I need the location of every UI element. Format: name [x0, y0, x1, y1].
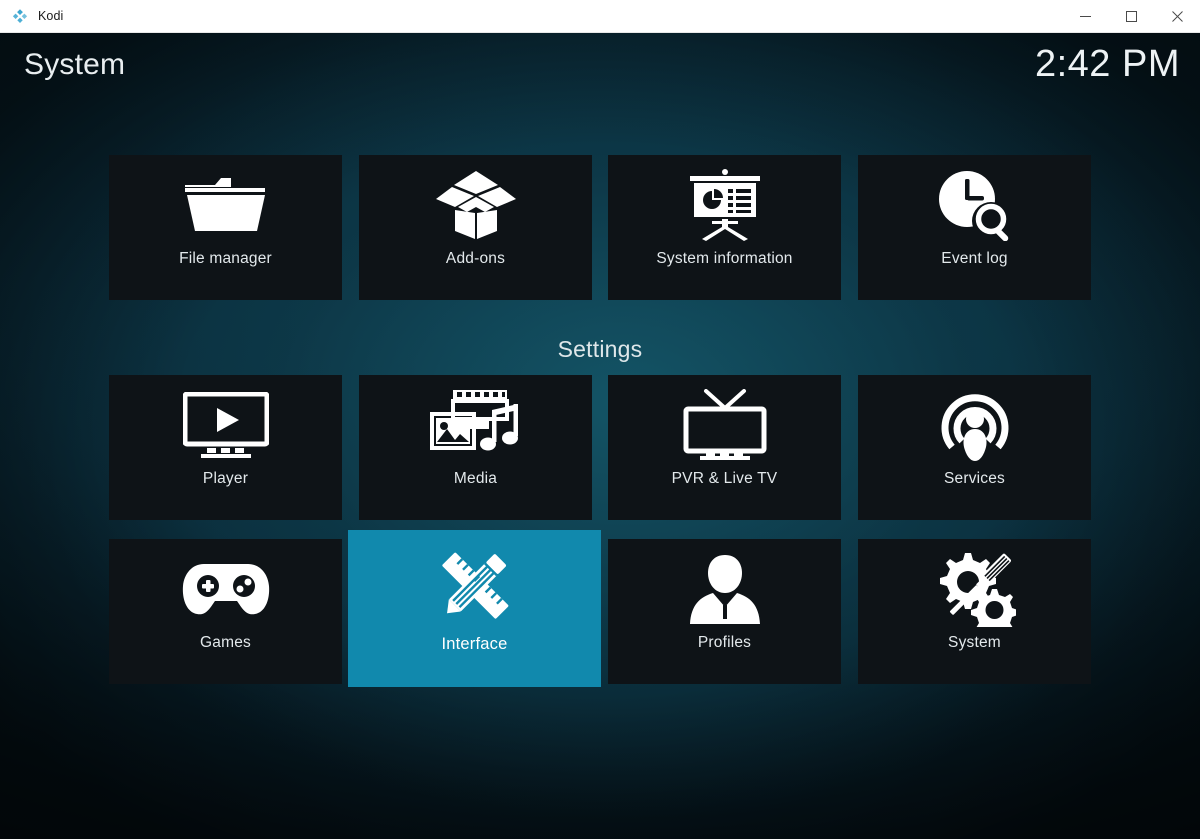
window-title: Kodi: [38, 9, 64, 23]
tile-label: Interface: [441, 635, 508, 653]
close-icon[interactable]: [1154, 0, 1200, 33]
presentation-board-icon: [608, 161, 841, 249]
clock-search-icon: [858, 161, 1091, 249]
tv-antenna-icon: [608, 381, 841, 469]
tile-label: Profiles: [697, 634, 752, 651]
minimize-icon[interactable]: [1062, 0, 1108, 33]
gamepad-icon: [109, 545, 342, 633]
tile-player[interactable]: Player: [109, 375, 342, 520]
tile-profiles[interactable]: Profiles: [608, 539, 841, 684]
maximize-icon[interactable]: [1108, 0, 1154, 33]
kodi-window: System 2:42 PM Settings File manager Add…: [0, 33, 1200, 839]
tile-interface[interactable]: Interface: [348, 530, 601, 687]
monitor-play-icon: [109, 381, 342, 469]
kodi-logo-icon: [12, 8, 28, 24]
tile-label: File manager: [179, 250, 272, 267]
tile-grid: File manager Add-ons System information …: [0, 33, 1200, 839]
tile-label: Games: [200, 634, 251, 651]
tile-label: System: [948, 634, 1001, 651]
tile-file-manager[interactable]: File manager: [109, 155, 342, 300]
tile-label: Event log: [941, 250, 1008, 267]
tile-label: Media: [453, 470, 498, 487]
tile-add-ons[interactable]: Add-ons: [359, 155, 592, 300]
broadcast-person-icon: [858, 381, 1091, 469]
kodi-header: System 2:42 PM: [0, 33, 1200, 105]
gears-screwdriver-icon: [858, 545, 1091, 633]
tile-label: Player: [202, 470, 249, 487]
tile-media[interactable]: Media: [359, 375, 592, 520]
tile-system-information[interactable]: System information: [608, 155, 841, 300]
ruler-pencil-icon: [348, 538, 601, 634]
clock: 2:42 PM: [1034, 43, 1180, 85]
tile-label: Services: [943, 470, 1006, 487]
tile-label: System information: [656, 250, 793, 267]
tile-games[interactable]: Games: [109, 539, 342, 684]
open-box-icon: [359, 161, 592, 249]
tile-system[interactable]: System: [858, 539, 1091, 684]
person-silhouette-icon: [608, 545, 841, 633]
tile-services[interactable]: Services: [858, 375, 1091, 520]
window-controls: [1062, 0, 1200, 33]
page-title: System: [24, 48, 126, 81]
window-title-bar: Kodi: [0, 0, 1200, 33]
tile-pvr-live-tv[interactable]: PVR & Live TV: [608, 375, 841, 520]
tile-event-log[interactable]: Event log: [858, 155, 1091, 300]
film-photo-music-icon: [359, 381, 592, 469]
tile-label: Add-ons: [445, 250, 506, 267]
tile-label: PVR & Live TV: [671, 470, 778, 487]
folder-icon: [109, 161, 342, 249]
